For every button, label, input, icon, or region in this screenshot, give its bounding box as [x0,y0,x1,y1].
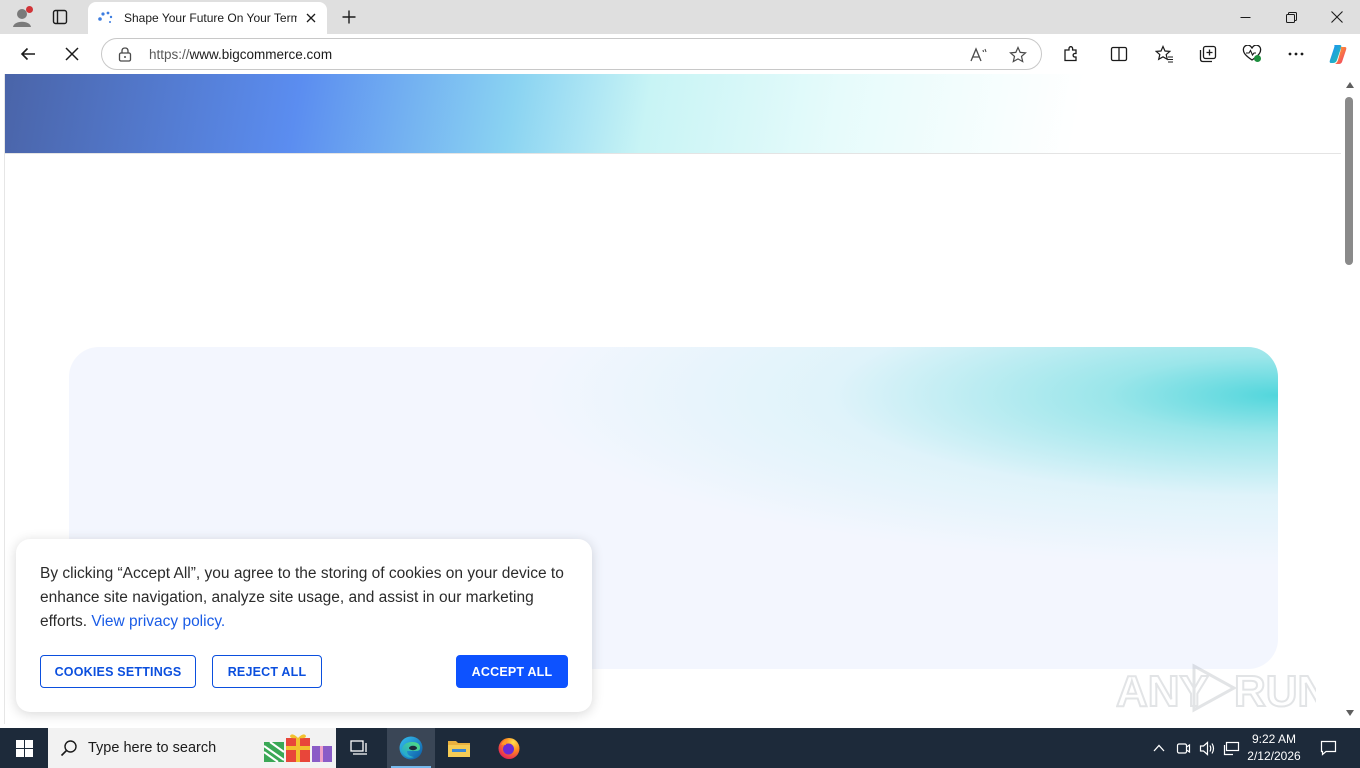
close-icon [65,47,79,61]
collections-icon [1199,45,1217,63]
tab-active[interactable]: Shape Your Future On Your Terms [88,2,327,34]
cookies-settings-button[interactable]: COOKIES SETTINGS [40,655,196,688]
action-center-button[interactable] [1310,728,1346,768]
tab-close-button[interactable] [303,10,319,26]
svg-text:RUN: RUN [1234,667,1316,716]
more-options-icon [1288,52,1304,56]
show-hidden-icons-button[interactable] [1150,728,1168,768]
network-button[interactable] [1220,728,1242,768]
restore-button[interactable] [1268,0,1314,34]
split-screen-icon [1110,46,1128,62]
minimize-button[interactable] [1222,0,1268,34]
tab-title: Shape Your Future On Your Terms [124,11,297,25]
address-bar[interactable]: https://www.bigcommerce.com [101,38,1042,70]
taskbar-firefox-app[interactable] [485,728,533,768]
cookie-consent-banner: By clicking “Accept All”, you agree to t… [16,539,592,712]
start-button[interactable] [0,728,48,768]
lock-icon[interactable] [117,46,133,62]
reject-all-button[interactable]: REJECT ALL [212,655,322,688]
url-protocol: https:// [149,47,190,62]
search-icon [60,740,77,757]
windows-logo-icon [15,739,33,757]
tab-actions-button[interactable] [46,4,74,30]
copilot-icon [1329,45,1347,64]
notification-icon [1320,740,1336,756]
stop-loading-button[interactable] [57,40,87,68]
taskbar-search-box[interactable]: Type here to search [48,728,336,768]
taskbar-edge-app[interactable] [387,728,435,768]
hero-gradient-band [5,74,1341,154]
chevron-up-icon [1153,744,1165,752]
clock-time: 9:22 AM [1251,732,1297,746]
windows-taskbar: Type here to search 9:22 AM 2/12/2026 [0,728,1360,768]
address-url[interactable]: https://www.bigcommerce.com [149,47,332,62]
back-button[interactable] [13,40,43,68]
search-placeholder: Type here to search [88,740,217,756]
gifts-illustration-icon [263,734,332,763]
close-icon [1331,11,1343,23]
meet-now-button[interactable] [1173,728,1193,768]
tab-strip: Shape Your Future On Your Terms [0,0,1360,34]
extensions-button[interactable] [1056,40,1086,68]
scroll-up-arrow-icon[interactable] [1346,82,1354,88]
split-screen-button[interactable] [1104,40,1134,68]
read-aloud-icon [970,47,987,62]
new-tab-button[interactable] [336,5,362,29]
taskbar-clock[interactable]: 9:22 AM 2/12/2026 [1242,731,1306,765]
close-icon [306,13,316,23]
privacy-policy-link[interactable]: View privacy policy. [91,613,225,630]
accept-all-button[interactable]: ACCEPT ALL [456,655,568,688]
collections-button[interactable] [1193,40,1223,68]
copilot-button[interactable] [1323,40,1353,68]
favorites-icon [1154,45,1173,63]
task-view-icon [350,740,367,755]
camera-icon [1176,742,1190,754]
taskbar-file-explorer-app[interactable] [435,728,483,768]
settings-menu-button[interactable] [1281,40,1311,68]
profile-button[interactable] [8,4,36,30]
page-scrollbar[interactable] [1341,74,1360,724]
volume-button[interactable] [1196,728,1218,768]
puzzle-icon [1064,46,1077,62]
network-icon [1223,741,1239,755]
firefox-icon [498,738,520,759]
minimize-icon [1240,16,1250,18]
loading-favicon-icon [98,11,113,23]
folder-icon [448,741,470,757]
plus-icon [342,10,356,24]
favorites-button[interactable] [1149,40,1179,68]
browser-essentials-button[interactable] [1237,40,1267,68]
star-icon [1009,46,1027,63]
anyrun-watermark-logo: ANY RUN [1116,663,1316,716]
url-domain: www.bigcommerce.com [189,47,333,62]
task-view-button[interactable] [336,728,384,768]
read-aloud-button[interactable] [968,44,990,66]
cookie-message: By clicking “Accept All”, you agree to t… [40,562,576,634]
arrow-left-icon [20,47,35,61]
scroll-thumb[interactable] [1345,97,1353,265]
profile-notification-dot [26,6,33,13]
add-favorite-button[interactable] [1007,44,1029,66]
scroll-down-arrow-icon[interactable] [1346,710,1354,716]
edge-browser-icon [399,736,423,760]
heart-pulse-icon [1242,45,1262,62]
speaker-icon [1199,740,1214,756]
browser-toolbar: https://www.bigcommerce.com [0,34,1360,74]
tab-actions-icon [52,9,68,25]
window-close-button[interactable] [1314,0,1360,34]
restore-icon [1285,11,1297,23]
clock-date: 2/12/2026 [1247,749,1301,763]
